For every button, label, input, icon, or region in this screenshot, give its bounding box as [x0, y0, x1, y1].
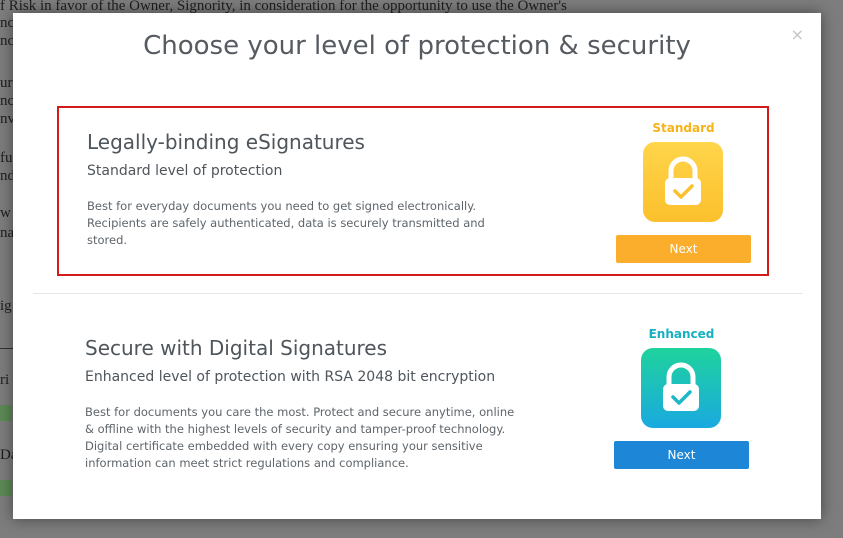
document-text-line: fu [0, 150, 13, 166]
document-field-marker [0, 480, 12, 496]
option-heading: Secure with Digital Signatures [85, 336, 388, 360]
document-text-line: ri [0, 372, 10, 388]
lock-check-icon [641, 348, 721, 428]
option-description: Best for documents you care the most. Pr… [85, 405, 515, 470]
document-field-marker [0, 405, 12, 421]
document-text-line: ig [0, 298, 12, 314]
badge-label-standard: Standard [652, 121, 715, 135]
option-subheading: Standard level of protection [87, 163, 283, 179]
option-standard[interactable]: Legally-binding eSignatures Standard lev… [57, 106, 769, 276]
badge-label-enhanced: Enhanced [648, 327, 715, 341]
modal-title: Choose your level of protection & securi… [143, 31, 691, 61]
next-button-enhanced[interactable]: Next [614, 441, 749, 469]
lock-check-icon [643, 142, 723, 222]
option-heading: Legally-binding eSignatures [87, 130, 365, 154]
document-text-line: w [0, 205, 11, 221]
option-description: Best for everyday documents you need to … [87, 199, 485, 247]
next-button-standard[interactable]: Next [616, 235, 751, 263]
document-rule [0, 348, 14, 349]
option-subheading: Enhanced level of protection with RSA 20… [85, 369, 496, 385]
option-divider [33, 293, 803, 294]
protection-level-modal: × Choose your level of protection & secu… [13, 13, 821, 519]
document-text-line: ur [0, 75, 13, 91]
option-enhanced[interactable]: Secure with Digital Signatures Enhanced … [57, 314, 769, 484]
